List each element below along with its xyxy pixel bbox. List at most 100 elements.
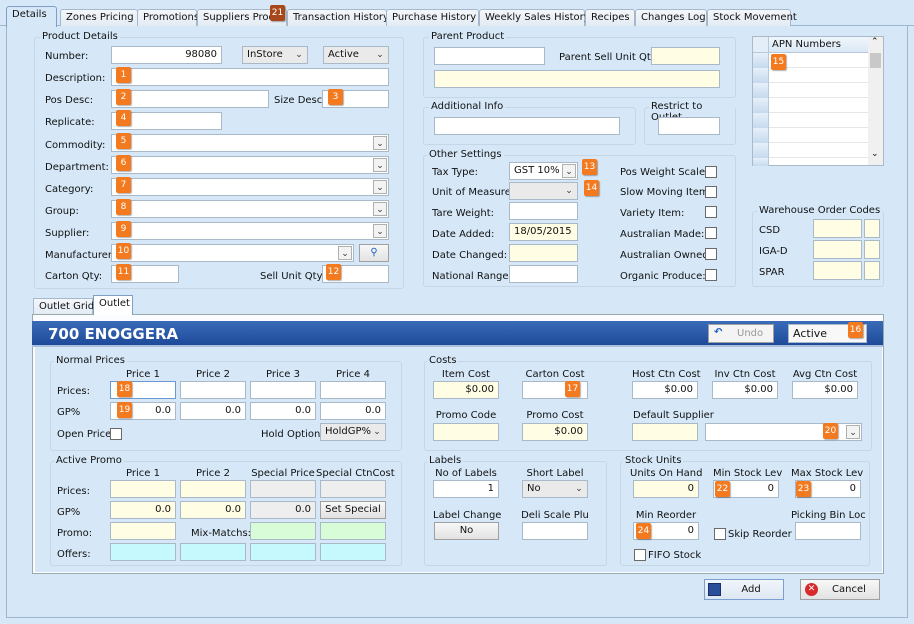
uom-select[interactable]: ⌄ <box>509 182 578 200</box>
tare-weight-field[interactable] <box>509 202 578 220</box>
hold-option-value: HoldGP% <box>325 426 372 437</box>
carton-cost-label: Carton Cost <box>525 369 585 380</box>
hold-option-select[interactable]: HoldGP% ⌄ <box>320 423 386 441</box>
chevron-down-icon: ⌄ <box>295 50 303 60</box>
slow-moving-checkbox[interactable] <box>705 186 717 198</box>
store-select-value: InStore <box>247 49 283 60</box>
restrict-outlet-field[interactable] <box>658 117 720 135</box>
label-change-button[interactable]: No <box>434 522 499 540</box>
manufacturer-search-button[interactable]: ⚲ <box>359 244 389 262</box>
open-price-checkbox[interactable] <box>110 428 122 440</box>
australian-made-checkbox[interactable] <box>705 227 717 239</box>
gp2-field[interactable]: 0.0 <box>180 402 246 420</box>
badge-5: 5 <box>116 133 131 149</box>
promo-cost-field: $0.00 <box>522 423 588 441</box>
chevron-down-icon: ⌄ <box>871 149 879 159</box>
tab-zones-pricing[interactable]: Zones Pricing <box>60 9 138 26</box>
min-stock-lev-label: Min Stock Lev <box>713 468 783 479</box>
add-button[interactable]: Add <box>704 579 784 600</box>
apn-row[interactable] <box>753 158 869 166</box>
csd-label: CSD <box>759 225 781 236</box>
price2-field[interactable] <box>180 381 246 399</box>
parent-sell-unit-qty-field[interactable] <box>651 47 720 65</box>
supplier-select[interactable]: ⌄ <box>111 222 389 240</box>
badge-2: 2 <box>116 89 131 105</box>
apn-row[interactable] <box>753 98 869 113</box>
tab-purchase-history[interactable]: Purchase History <box>386 9 479 26</box>
fifo-stock-checkbox[interactable] <box>634 549 646 561</box>
tax-type-select[interactable]: GST 10% ⌄ <box>509 162 578 180</box>
national-range-field[interactable] <box>509 265 578 283</box>
apn-row[interactable] <box>753 83 869 98</box>
group-label: Group: <box>45 206 79 217</box>
tab-outlet[interactable]: Outlet <box>93 295 133 315</box>
undo-button[interactable]: ↶ Undo <box>708 324 774 343</box>
deli-scale-plu-label: Deli Scale Plu <box>521 510 589 521</box>
short-label-select[interactable]: No ⌄ <box>522 480 588 498</box>
apn-row[interactable] <box>753 113 869 128</box>
badge-16: 16 <box>848 322 863 338</box>
manufacturer-select[interactable]: ⌄ <box>111 244 354 262</box>
category-label: Category: <box>45 184 94 195</box>
scrollbar-thumb[interactable] <box>870 53 881 68</box>
set-special-button[interactable]: Set Special <box>320 501 386 519</box>
tab-weekly-sales-history[interactable]: Weekly Sales History <box>479 9 590 26</box>
parent-product-field[interactable] <box>434 47 545 65</box>
tab-stock-movement[interactable]: Stock Movement <box>707 9 797 26</box>
pos-desc-field[interactable] <box>111 90 269 108</box>
organic-produce-checkbox[interactable] <box>705 269 717 281</box>
apn-row[interactable] <box>753 143 869 158</box>
tab-promotions[interactable]: Promotions <box>137 9 199 26</box>
price3-field[interactable] <box>250 381 316 399</box>
pos-desc-label: Pos Desc: <box>45 95 94 106</box>
tab-outlet-grid[interactable]: Outlet Grid <box>33 298 94 314</box>
tab-recipes[interactable]: Recipes <box>585 9 635 26</box>
cancel-button[interactable]: ✕ Cancel <box>800 579 880 600</box>
np-col-price1: Price 1 <box>126 369 160 380</box>
deli-scale-plu-field[interactable] <box>522 522 588 540</box>
group-select[interactable]: ⌄ <box>111 200 389 218</box>
tab-details[interactable]: Details <box>6 6 57 27</box>
category-select[interactable]: ⌄ <box>111 178 389 196</box>
apn-row[interactable] <box>753 128 869 143</box>
csd-code-field <box>813 219 862 238</box>
picking-bin-loc-field[interactable] <box>795 522 861 540</box>
price4-field[interactable] <box>320 381 386 399</box>
number-field[interactable]: 98080 <box>111 46 222 64</box>
picking-bin-loc-label: Picking Bin Loc <box>791 510 866 521</box>
ap-col-price1: Price 1 <box>126 468 160 479</box>
status-select[interactable]: Active ⌄ <box>323 46 389 64</box>
ap-promo-field <box>110 522 176 540</box>
chevron-down-icon: ⌄ <box>373 202 387 216</box>
apn-scrollbar[interactable]: ⌃ ⌄ <box>868 37 883 165</box>
store-select[interactable]: InStore ⌄ <box>242 46 308 64</box>
tab-transaction-history[interactable]: Transaction History <box>287 9 389 26</box>
min-reorder-label: Min Reorder <box>635 510 697 521</box>
no-of-labels-field[interactable]: 1 <box>433 480 499 498</box>
np-col-price3: Price 3 <box>266 369 300 380</box>
chevron-down-icon: ⌄ <box>373 158 387 172</box>
chevron-down-icon: ⌄ <box>373 224 387 238</box>
description-field[interactable] <box>111 68 389 86</box>
tax-type-label: Tax Type: <box>432 167 479 178</box>
skip-reorder-checkbox[interactable] <box>714 528 726 540</box>
australian-owned-checkbox[interactable] <box>705 248 717 260</box>
additional-info-field[interactable] <box>434 117 620 135</box>
commodity-select[interactable]: ⌄ <box>111 134 389 152</box>
tab-changes-log[interactable]: Changes Log <box>635 9 707 26</box>
apn-row[interactable] <box>753 68 869 83</box>
status-select-value: Active <box>328 49 359 60</box>
gp4-field[interactable]: 0.0 <box>320 402 386 420</box>
ap-price1-field <box>110 480 176 498</box>
pos-weight-scales-checkbox[interactable] <box>705 166 717 178</box>
australian-owned-label: Australian Owned: <box>620 250 713 261</box>
default-supplier-select[interactable]: ⌄ <box>705 423 862 441</box>
ap-col-price2: Price 2 <box>196 468 230 479</box>
badge-13: 13 <box>582 159 597 175</box>
badge-17: 17 <box>565 381 580 397</box>
department-select[interactable]: ⌄ <box>111 156 389 174</box>
outlet-title: 700 ENOGGERA <box>48 325 179 343</box>
apn-row-header <box>753 113 769 128</box>
variety-item-checkbox[interactable] <box>705 206 717 218</box>
gp3-field[interactable]: 0.0 <box>250 402 316 420</box>
